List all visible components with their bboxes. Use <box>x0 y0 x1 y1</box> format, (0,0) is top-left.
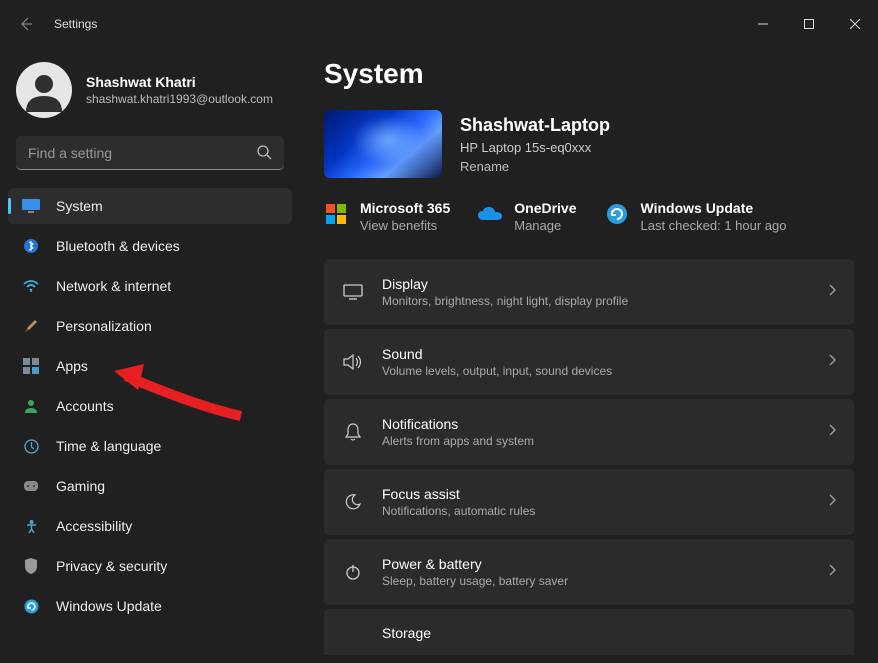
bell-icon <box>342 421 364 443</box>
display-icon <box>342 281 364 303</box>
nav-label: Privacy & security <box>56 558 167 574</box>
panel-title: Display <box>382 276 810 292</box>
panel-sound[interactable]: Sound Volume levels, output, input, sound… <box>324 329 854 395</box>
nav-item-apps[interactable]: Apps <box>8 348 292 384</box>
avatar <box>16 62 72 118</box>
nav-item-accessibility[interactable]: Accessibility <box>8 508 292 544</box>
panel-display[interactable]: Display Monitors, brightness, night light… <box>324 259 854 325</box>
search-icon <box>256 144 272 165</box>
panel-power[interactable]: Power & battery Sleep, battery usage, bat… <box>324 539 854 605</box>
person-icon <box>22 397 40 415</box>
back-button[interactable] <box>16 14 36 34</box>
nav-label: Gaming <box>56 478 105 494</box>
shield-icon <box>22 557 40 575</box>
nav-item-gaming[interactable]: Gaming <box>8 468 292 504</box>
device-model: HP Laptop 15s-eq0xxx <box>460 140 610 155</box>
clock-globe-icon <box>22 437 40 455</box>
nav-label: Network & internet <box>56 278 171 294</box>
minimize-button[interactable] <box>740 6 786 42</box>
nav-label: Apps <box>56 358 88 374</box>
sound-icon <box>342 351 364 373</box>
panel-notifications[interactable]: Notifications Alerts from apps and system <box>324 399 854 465</box>
titlebar: Settings <box>0 0 878 48</box>
panel-sub: Notifications, automatic rules <box>382 504 810 518</box>
user-account[interactable]: Shashwat Khatri shashwat.khatri1993@outl… <box>8 56 292 136</box>
page-title: System <box>324 58 854 90</box>
brush-icon <box>22 317 40 335</box>
nav-label: Time & language <box>56 438 161 454</box>
user-email: shashwat.khatri1993@outlook.com <box>86 92 273 106</box>
cloud-title: Windows Update <box>641 200 787 216</box>
search-box <box>16 136 284 170</box>
cloud-windows-update[interactable]: Windows Update Last checked: 1 hour ago <box>605 200 787 233</box>
nav-item-time[interactable]: Time & language <box>8 428 292 464</box>
panel-title: Notifications <box>382 416 810 432</box>
cloud-sub: Manage <box>514 218 576 233</box>
cloud-title: OneDrive <box>514 200 576 216</box>
window-title: Settings <box>54 17 97 31</box>
user-name: Shashwat Khatri <box>86 74 273 90</box>
close-button[interactable] <box>832 6 878 42</box>
chevron-right-icon <box>828 423 836 441</box>
storage-icon <box>342 625 364 647</box>
panel-title: Power & battery <box>382 556 810 572</box>
nav-label: Bluetooth & devices <box>56 238 180 254</box>
update-icon <box>22 597 40 615</box>
chevron-right-icon <box>828 563 836 581</box>
nav-item-personalization[interactable]: Personalization <box>8 308 292 344</box>
panel-title: Focus assist <box>382 486 810 502</box>
power-icon <box>342 561 364 583</box>
panel-focus-assist[interactable]: Focus assist Notifications, automatic rul… <box>324 469 854 535</box>
cloud-sub: Last checked: 1 hour ago <box>641 218 787 233</box>
nav-label: Accounts <box>56 398 114 414</box>
nav-item-windows-update[interactable]: Windows Update <box>8 588 292 624</box>
panel-sub: Alerts from apps and system <box>382 434 810 448</box>
update-icon <box>605 202 629 226</box>
panel-title: Sound <box>382 346 810 362</box>
moon-icon <box>342 491 364 513</box>
panel-storage[interactable]: Storage <box>324 609 854 655</box>
cloud-title: Microsoft 365 <box>360 200 450 216</box>
main-content: System Shashwat-Laptop HP Laptop 15s-eq0… <box>300 48 878 663</box>
panel-sub: Sleep, battery usage, battery saver <box>382 574 810 588</box>
maximize-button[interactable] <box>786 6 832 42</box>
wifi-icon <box>22 277 40 295</box>
nav-item-system[interactable]: System <box>8 188 292 224</box>
device-header: Shashwat-Laptop HP Laptop 15s-eq0xxx Ren… <box>324 110 854 178</box>
nav-item-network[interactable]: Network & internet <box>8 268 292 304</box>
nav-label: Personalization <box>56 318 152 334</box>
sidebar: Shashwat Khatri shashwat.khatri1993@outl… <box>0 48 300 663</box>
gaming-icon <box>22 477 40 495</box>
cloud-sub: View benefits <box>360 218 450 233</box>
bluetooth-icon <box>22 237 40 255</box>
cloud-onedrive[interactable]: OneDrive Manage <box>478 200 576 233</box>
nav-item-accounts[interactable]: Accounts <box>8 388 292 424</box>
nav-label: Accessibility <box>56 518 132 534</box>
panel-sub: Volume levels, output, input, sound devi… <box>382 364 810 378</box>
rename-link[interactable]: Rename <box>460 159 610 174</box>
nav-label: Windows Update <box>56 598 162 614</box>
nav-item-privacy[interactable]: Privacy & security <box>8 548 292 584</box>
onedrive-icon <box>478 202 502 226</box>
nav-label: System <box>56 198 103 214</box>
search-input[interactable] <box>16 136 284 170</box>
wallpaper-thumbnail <box>324 110 442 178</box>
cloud-m365[interactable]: Microsoft 365 View benefits <box>324 200 450 233</box>
chevron-right-icon <box>828 283 836 301</box>
panel-title: Storage <box>382 625 836 641</box>
microsoft365-icon <box>324 202 348 226</box>
monitor-icon <box>22 197 40 215</box>
nav-list: System Bluetooth & devices Network & int… <box>8 188 292 624</box>
panel-sub: Monitors, brightness, night light, displ… <box>382 294 810 308</box>
chevron-right-icon <box>828 353 836 371</box>
nav-item-bluetooth[interactable]: Bluetooth & devices <box>8 228 292 264</box>
accessibility-icon <box>22 517 40 535</box>
apps-icon <box>22 357 40 375</box>
device-name: Shashwat-Laptop <box>460 115 610 136</box>
chevron-right-icon <box>828 493 836 511</box>
